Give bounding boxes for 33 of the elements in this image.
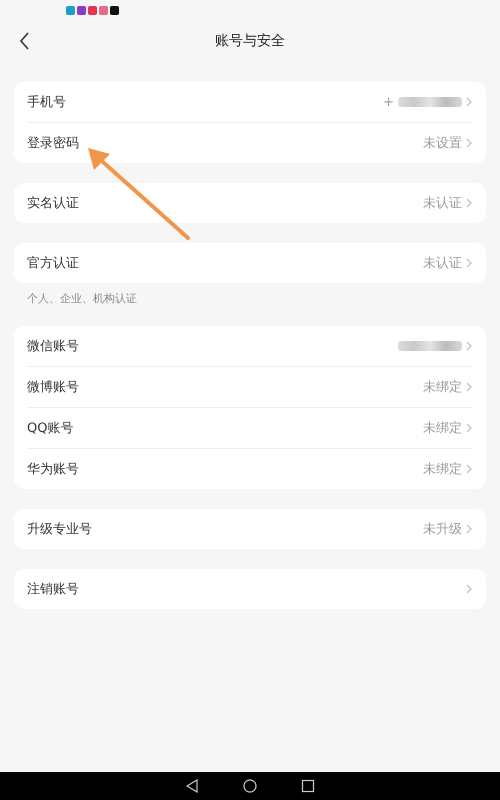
row-label[interactable]: QQ账号 bbox=[27, 419, 74, 437]
row-label[interactable]: 升级专业号 bbox=[27, 520, 92, 538]
row-label[interactable]: 官方认证 bbox=[27, 254, 79, 272]
row-value: 未升级 bbox=[423, 521, 462, 538]
chevron-icon bbox=[466, 423, 472, 433]
chevron-icon bbox=[466, 382, 472, 392]
row-value: 未设置 bbox=[423, 135, 462, 152]
row-value: 未绑定 bbox=[423, 461, 462, 478]
row-label[interactable]: 实名认证 bbox=[27, 194, 79, 212]
chevron-icon bbox=[466, 341, 472, 351]
row-value: 未绑定 bbox=[423, 420, 462, 437]
row-label[interactable]: 华为账号 bbox=[27, 460, 79, 478]
row-label[interactable]: 注销账号 bbox=[27, 580, 79, 598]
row-label[interactable]: 手机号 bbox=[27, 93, 66, 111]
back-icon[interactable] bbox=[185, 779, 199, 793]
chevron-icon bbox=[466, 464, 472, 474]
row-value: 未认证 bbox=[423, 195, 462, 212]
page-title: 账号与安全 bbox=[215, 32, 285, 50]
home-icon[interactable] bbox=[243, 779, 257, 793]
chevron-icon bbox=[466, 198, 472, 208]
recents-icon[interactable] bbox=[301, 779, 315, 793]
group-note: 个人、企业、机构认证 bbox=[27, 291, 138, 306]
row-label[interactable]: 登录密码 bbox=[27, 134, 79, 152]
chevron-icon bbox=[466, 524, 472, 534]
chevron-icon bbox=[466, 584, 472, 594]
chevron-icon bbox=[466, 258, 472, 268]
chevron-icon bbox=[466, 97, 472, 107]
row-value: + bbox=[383, 94, 394, 110]
row-value: 未绑定 bbox=[423, 379, 462, 396]
row-value: 未认证 bbox=[423, 255, 462, 272]
row-label[interactable]: 微信账号 bbox=[27, 337, 79, 355]
chevron-icon bbox=[466, 138, 472, 148]
row-label[interactable]: 微博账号 bbox=[27, 378, 79, 396]
